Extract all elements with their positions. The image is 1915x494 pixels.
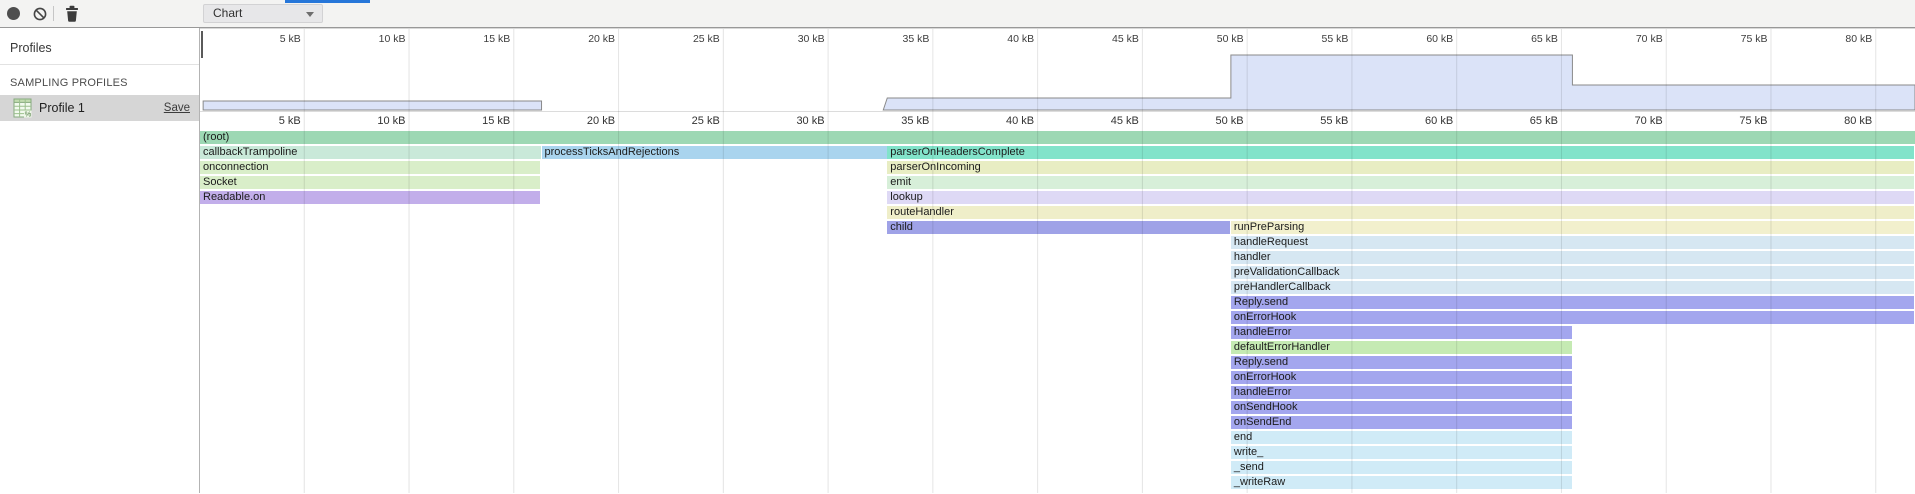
ruler-tick: 60 kB [1426,33,1453,45]
profile-name: Profile 1 [39,101,85,115]
trash-icon [63,4,81,23]
view-mode-select[interactable]: Chart [203,4,323,23]
flame-frame[interactable]: preValidationCallback [1231,266,1915,279]
profile-table-icon: % [13,98,32,123]
memory-overview[interactable]: 5 kB 10 kB 15 kB 20 kB 25 kB 30 kB 35 kB 40 kB 4… [200,29,1915,112]
ruler-tick: 20 kB [588,33,615,45]
flame-frame[interactable]: Socket [200,176,540,189]
ruler-tick: 50 kB [1216,115,1244,127]
ruler-tick: 65 kB [1531,33,1558,45]
flame-chart: (root) callbackTrampolineprocessTicksAndR… [200,131,1915,494]
flame-frame[interactable]: onSendEnd [1231,416,1572,429]
toolbar: Chart [0,0,1915,28]
ruler-tick: 80 kB [1845,33,1872,45]
flame-frame[interactable]: parserOnHeadersComplete [887,146,1914,159]
ruler-tick: 30 kB [796,115,824,127]
flame-frame[interactable]: end [1231,431,1572,444]
flame-frame[interactable]: lookup [887,191,1914,204]
flame-frame[interactable]: callbackTrampoline [200,146,541,159]
ruler-tick: 5 kB [279,115,301,127]
svg-text:%: % [25,110,32,118]
record-button[interactable] [7,7,20,20]
flame-frame[interactable]: parserOnIncoming [887,161,1914,174]
ruler-tick: 70 kB [1635,115,1663,127]
flame-frame[interactable]: Reply.send [1231,296,1915,309]
ruler-tick: 40 kB [1007,33,1034,45]
ruler-tick: 45 kB [1111,115,1139,127]
flame-frame[interactable]: onErrorHook [1231,311,1915,324]
flame-frame[interactable]: handleError [1231,386,1572,399]
flame-frame[interactable]: child [887,221,1230,234]
flame-frame[interactable]: onconnection [200,161,540,174]
flame-frame[interactable]: handleRequest [1231,236,1915,249]
flame-frame[interactable]: routeHandler [887,206,1914,219]
flame-frame[interactable]: Readable.on [200,191,540,204]
flame-frame[interactable]: preHandlerCallback [1231,281,1915,294]
flame-frame[interactable]: emit [887,176,1914,189]
flame-frame[interactable]: runPreParsing [1231,221,1915,234]
clear-button[interactable] [31,4,51,24]
flame-frame[interactable]: onSendHook [1231,401,1572,414]
flame-frame[interactable]: _send [1231,461,1572,474]
flame-frame[interactable]: Reply.send [1231,356,1572,369]
flame-frame[interactable]: handleError [1231,326,1572,339]
ruler-tick: 80 kB [1844,115,1872,127]
flame-frame[interactable]: write_ [1231,446,1572,459]
flame-frame[interactable]: handler [1231,251,1915,264]
ruler-tick: 10 kB [377,115,405,127]
ruler-tick: 25 kB [693,33,720,45]
toolbar-separator [53,6,54,21]
view-mode-value: Chart [213,6,242,20]
ruler-tick: 75 kB [1739,115,1767,127]
flame-frame[interactable]: _writeRaw [1231,476,1572,489]
ruler-tick: 5 kB [280,33,301,45]
flame-frame[interactable]: processTicksAndRejections [542,146,887,159]
ruler-tick: 45 kB [1112,33,1139,45]
ruler-tick: 25 kB [692,115,720,127]
ruler-tick: 15 kB [483,33,510,45]
ruler-tick: 15 kB [482,115,510,127]
ruler-tick: 60 kB [1425,115,1453,127]
delete-profile-button[interactable] [63,4,83,24]
ruler-tick: 40 kB [1006,115,1034,127]
circle-slash-icon [31,4,49,22]
overview-left-handle[interactable] [201,31,203,58]
sampling-profiles-heading: SAMPLING PROFILES [0,65,199,89]
ruler-tick: 30 kB [798,33,825,45]
ruler-tick: 35 kB [902,33,929,45]
sidebar-title: Profiles [0,28,199,55]
ruler-tick: 10 kB [379,33,406,45]
ruler-tick: 50 kB [1217,33,1244,45]
ruler-tick: 20 kB [587,115,615,127]
sidebar-item-profile-1[interactable]: % Profile 1 Save [0,95,199,121]
chart-pane: 5 kB 10 kB 15 kB 20 kB 25 kB 30 kB 35 kB 40 kB 4… [200,28,1915,493]
ruler-tick: 55 kB [1322,33,1349,45]
profiles-sidebar: Profiles SAMPLING PROFILES % Profile 1 S… [0,28,200,493]
kb-ruler: 5 kB 10 kB 15 kB 20 kB 25 kB 30 kB 35 kB 40 kB 4… [200,112,1915,131]
ruler-tick: 55 kB [1320,115,1348,127]
ruler-tick: 35 kB [901,115,929,127]
flame-frame[interactable]: defaultErrorHandler [1231,341,1572,354]
ruler-tick: 70 kB [1636,33,1663,45]
devtools-profiler-panel: { "toolbar": { "chart_select": { "value"… [0,0,1915,493]
flame-frame[interactable]: onErrorHook [1231,371,1572,384]
ruler-tick: 75 kB [1741,33,1768,45]
ruler-tick: 65 kB [1530,115,1558,127]
active-tab-indicator [285,0,370,3]
save-profile-link[interactable]: Save [164,102,190,114]
flame-frame[interactable]: (root) [200,131,1915,144]
chevron-down-icon [306,12,314,17]
